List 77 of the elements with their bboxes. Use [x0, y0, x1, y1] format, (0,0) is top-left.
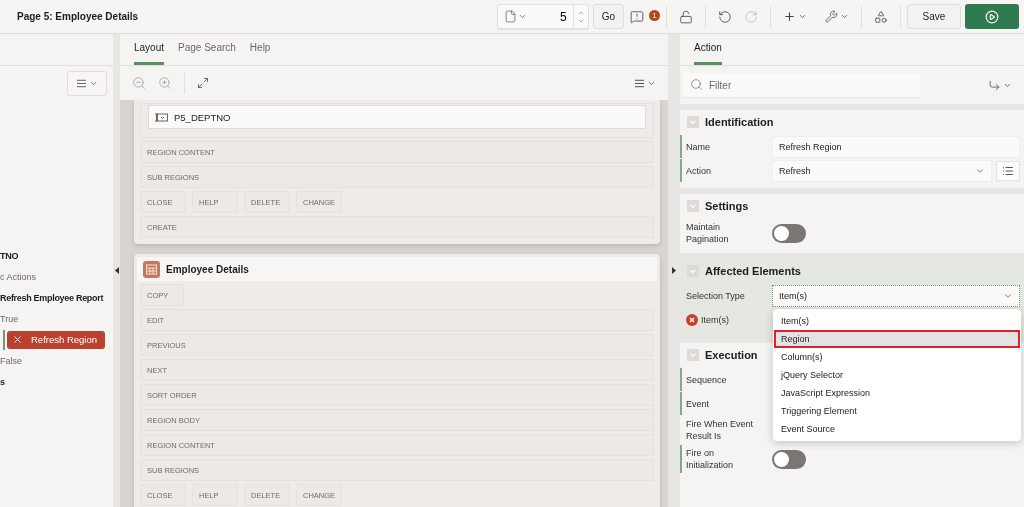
table-icon — [143, 260, 160, 278]
page-number-field[interactable]: 5 — [532, 5, 573, 28]
group-title: Execution — [705, 349, 758, 361]
collapse-right-icon[interactable] — [672, 267, 676, 274]
plus-icon — [783, 10, 796, 23]
chevron-down-icon — [798, 12, 807, 21]
wrench-icon — [825, 10, 838, 23]
property-label: Sequence — [686, 373, 728, 386]
collapse-toggle[interactable] — [687, 349, 699, 361]
property-label: Selection Type — [686, 289, 746, 302]
property-label: Name — [686, 140, 711, 153]
lock-icon — [679, 9, 693, 24]
page-selector[interactable]: 5 — [496, 4, 589, 29]
name-field[interactable]: Refresh Region — [772, 135, 1020, 158]
filter-field[interactable]: Filter — [683, 73, 920, 97]
save-button[interactable]: Save — [907, 4, 961, 29]
tree-node[interactable]: True — [0, 308, 113, 329]
expand-icon — [197, 77, 209, 89]
dropdown-option[interactable]: Item(s) — [774, 311, 1020, 330]
search-icon — [690, 78, 703, 91]
dropdown-option[interactable]: Region — [774, 329, 1020, 348]
toggle-switch[interactable] — [772, 223, 806, 243]
tab[interactable]: Page Search — [178, 42, 236, 65]
issues-button[interactable]: 1 — [624, 4, 660, 29]
group-title: Settings — [705, 200, 749, 212]
property-label: Event — [686, 397, 710, 410]
run-button[interactable] — [965, 4, 1019, 29]
tree-node[interactable]: s — [0, 371, 113, 392]
property-label: Maintain Pagination — [686, 221, 730, 245]
warning-icon — [630, 9, 644, 24]
dropdown-option[interactable]: JavaScript Expression — [774, 383, 1020, 402]
property-label: Fire on Initialization — [686, 447, 735, 471]
chevron-down-icon — [517, 12, 527, 21]
redo-icon — [744, 9, 758, 24]
tree-node[interactable]: c Actions — [0, 266, 113, 287]
list-picker-button[interactable] — [996, 160, 1020, 181]
tree-node[interactable]: False — [0, 350, 113, 371]
shapes-icon — [874, 9, 888, 24]
tree-node[interactable]: Refresh Employee Report — [0, 287, 113, 308]
collapse-toggle[interactable] — [687, 265, 699, 277]
group-title: Identification — [705, 116, 774, 128]
tree-node[interactable]: Refresh Region — [7, 330, 105, 349]
menu-icon — [634, 77, 645, 89]
issue-count-badge: 1 — [649, 10, 660, 21]
undo-icon — [718, 9, 732, 24]
toggle-switch[interactable] — [772, 449, 806, 469]
error-message: Item(s) — [701, 314, 729, 325]
tab[interactable]: Layout — [134, 42, 165, 65]
collapse-toggle[interactable] — [687, 116, 699, 128]
property-label: Action — [686, 164, 712, 177]
region-title: Employee Details — [166, 263, 249, 275]
select-list-icon — [155, 112, 168, 122]
close-icon — [12, 334, 23, 345]
property-label: Fire When Event Result Is — [686, 418, 755, 442]
play-icon — [985, 9, 999, 24]
page-item[interactable]: P5_DEPTNO — [148, 105, 646, 129]
dropdown-option[interactable]: Event Source — [774, 419, 1020, 438]
page-icon — [503, 10, 517, 23]
error-icon — [686, 313, 698, 326]
dropdown-option[interactable]: Column(s) — [774, 347, 1020, 366]
chevron-down-icon — [840, 12, 849, 21]
group-title: Affected Elements — [705, 265, 801, 277]
dropdown-option[interactable]: jQuery Selector — [774, 365, 1020, 384]
tab[interactable]: Help — [249, 42, 271, 65]
tab[interactable]: Action — [694, 42, 722, 65]
menu-button[interactable] — [67, 70, 107, 96]
collapse-toggle[interactable] — [687, 200, 699, 212]
list-icon — [1002, 164, 1014, 177]
dropdown-option[interactable]: Triggering Element — [774, 401, 1020, 420]
go-button[interactable]: Go — [592, 4, 624, 29]
menu-icon — [76, 77, 87, 89]
page-title: Page 5: Employee Details — [17, 11, 140, 22]
zoom-in-icon — [158, 76, 172, 90]
zoom-out-icon — [132, 76, 146, 90]
tree-node[interactable]: TNO — [0, 245, 113, 266]
corner-arrow-icon — [988, 78, 1001, 92]
select-field[interactable]: Refresh — [772, 159, 992, 182]
